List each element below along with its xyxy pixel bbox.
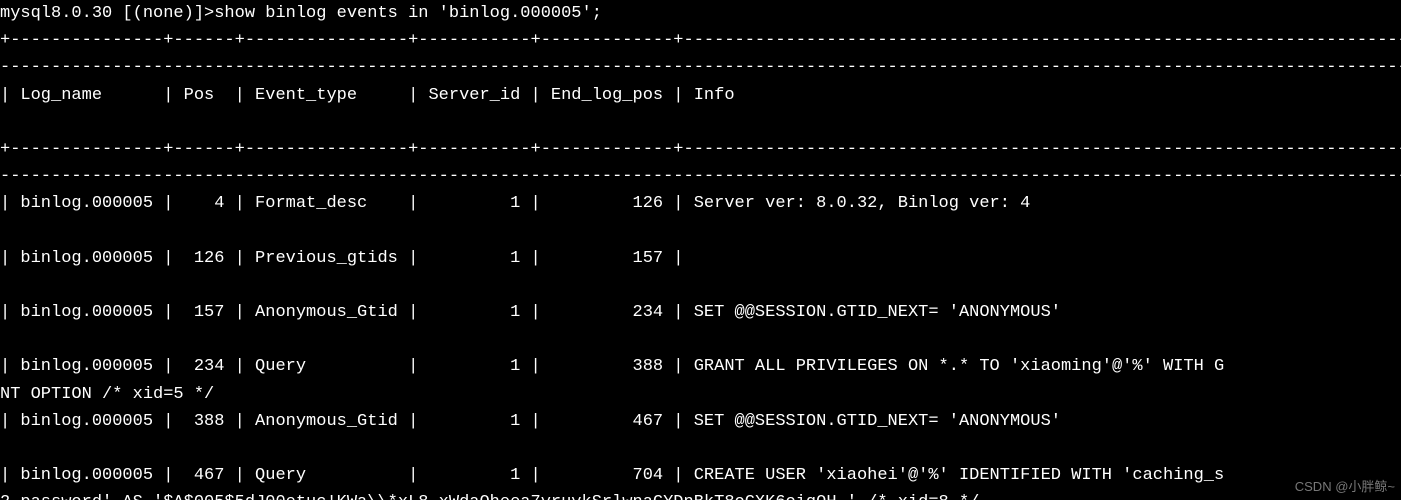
table-row: | <box>0 439 1401 458</box>
table-row: | binlog.000005 | 388 | Anonymous_Gtid |… <box>0 412 1401 431</box>
table-row: | <box>0 276 1401 295</box>
table-row: NT OPTION /* xid=5 */ <box>0 385 1401 404</box>
table-row: | binlog.000005 | 234 | Query | 1 | 388 … <box>0 357 1224 376</box>
terminal-output: mysql8.0.30 [(none)]>show binlog events … <box>0 0 1401 500</box>
table-row: | binlog.000005 | 467 | Query | 1 | 704 … <box>0 466 1224 485</box>
table-row: 2_password' AS '$A$005$5dJ00etuc!KWa\\*x… <box>0 493 1401 500</box>
table-row: | binlog.000005 | 157 | Anonymous_Gtid |… <box>0 303 1401 322</box>
header-row: | <box>0 113 1401 132</box>
table-row: | binlog.000005 | 4 | Format_desc | 1 | … <box>0 194 1401 213</box>
divider: +---------------+------+----------------… <box>0 140 1401 159</box>
divider: ----------------------------------------… <box>0 167 1401 186</box>
table-row: | <box>0 222 1401 241</box>
table-row: | <box>0 330 1401 349</box>
watermark: CSDN @小胖鲸~ <box>1295 477 1395 498</box>
prompt-line[interactable]: mysql8.0.30 [(none)]>show binlog events … <box>0 4 602 23</box>
divider: ----------------------------------------… <box>0 58 1401 77</box>
table-row: | binlog.000005 | 126 | Previous_gtids |… <box>0 249 1401 268</box>
header-row: | Log_name | Pos | Event_type | Server_i… <box>0 86 1401 105</box>
divider: +---------------+------+----------------… <box>0 31 1401 50</box>
